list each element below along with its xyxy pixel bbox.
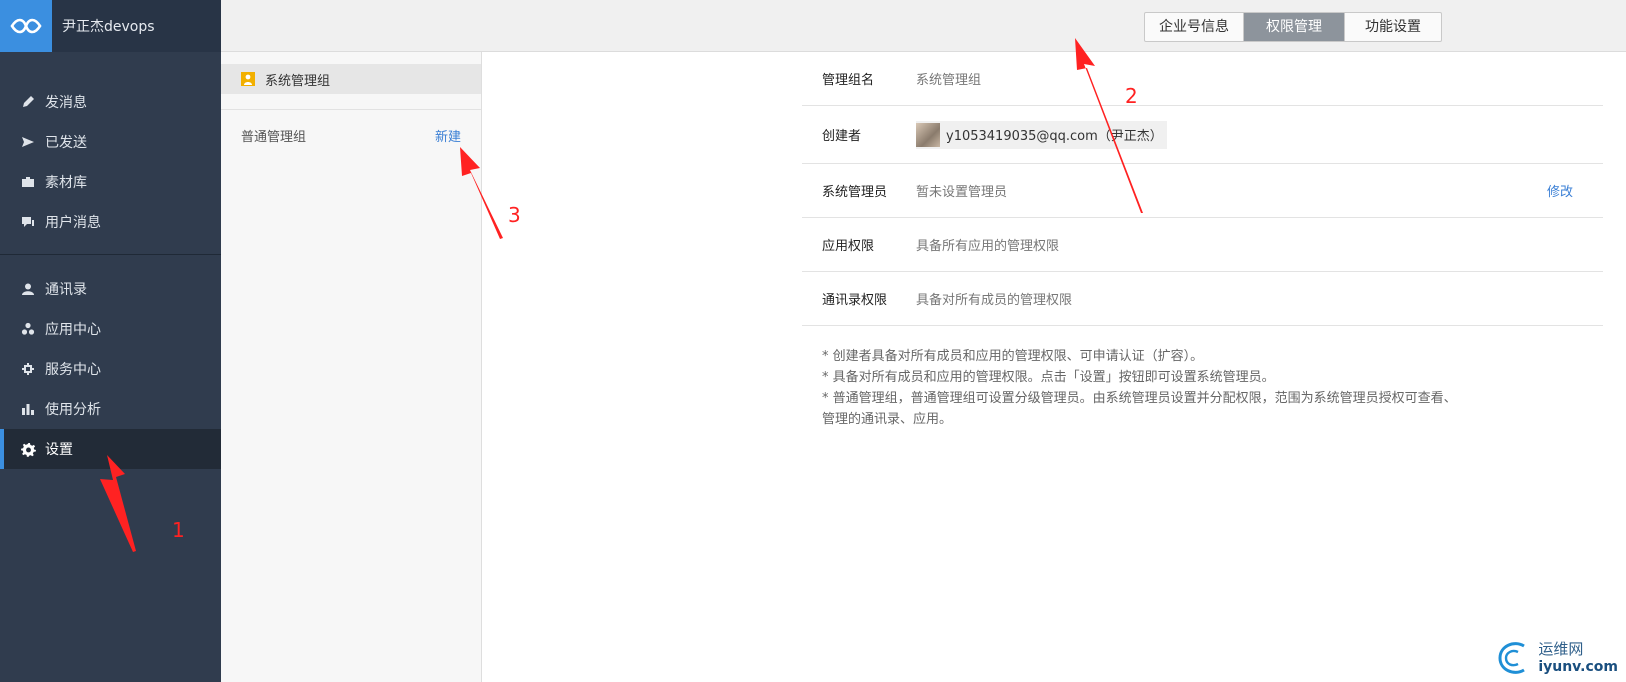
annotation-number-2: 2 bbox=[1125, 84, 1138, 108]
nav-item-label: 通讯录 bbox=[45, 282, 87, 298]
top-bar: 企业号信息 权限管理 功能设置 bbox=[221, 0, 1626, 52]
chat-icon bbox=[20, 214, 36, 230]
nav-item-sent[interactable]: 已发送 bbox=[0, 122, 221, 162]
detail-key: 应用权限 bbox=[822, 239, 875, 254]
detail-key: 通讯录权限 bbox=[822, 293, 888, 308]
settings-tabs: 企业号信息 权限管理 功能设置 bbox=[1144, 12, 1442, 42]
nav-item-contacts[interactable]: 通讯录 bbox=[0, 269, 221, 309]
nav-item-label: 使用分析 bbox=[45, 402, 101, 418]
permission-notes: * 创建者具备对所有成员和应用的管理权限、可申请认证（扩容）。 * 具备对所有成… bbox=[802, 326, 1462, 430]
nav-item-label: 发消息 bbox=[45, 95, 87, 111]
send-icon bbox=[20, 134, 36, 150]
nav-item-service-center[interactable]: 服务中心 bbox=[0, 349, 221, 389]
note-line: * 普通管理组，普通管理组可设置分级管理员。由系统管理员设置并分配权限，范围为系… bbox=[822, 391, 1457, 427]
brand-header: 尹正杰devops bbox=[0, 0, 221, 52]
company-name: 尹正杰devops bbox=[62, 19, 155, 35]
detail-row-creator: 创建者 y1053419035@qq.com（尹正杰） bbox=[802, 106, 1603, 164]
pencil-icon bbox=[20, 94, 36, 110]
detail-row-app-permission: 应用权限 具备所有应用的管理权限 bbox=[802, 218, 1603, 272]
group-section-normal-admin: 普通管理组 新建 bbox=[221, 110, 481, 145]
nav-item-label: 服务中心 bbox=[45, 362, 101, 378]
annotation-number-3: 3 bbox=[508, 203, 521, 227]
nav-item-label: 用户消息 bbox=[45, 215, 101, 231]
nav-item-label: 素材库 bbox=[45, 175, 87, 191]
detail-key: 系统管理员 bbox=[822, 185, 888, 200]
note-line: * 具备对所有成员和应用的管理权限。点击「设置」按钮即可设置系统管理员。 bbox=[822, 370, 1275, 385]
tab-enterprise-info[interactable]: 企业号信息 bbox=[1145, 13, 1244, 41]
creator-value: y1053419035@qq.com（尹正杰） bbox=[946, 129, 1163, 144]
sidebar: 尹正杰devops 发消息 已发送 素材库 用户消息 通讯录 应用中心 服务中心… bbox=[0, 0, 221, 682]
detail-row-contacts-permission: 通讯录权限 具备对所有成员的管理权限 bbox=[802, 272, 1603, 326]
tab-feature-settings[interactable]: 功能设置 bbox=[1345, 13, 1441, 41]
edit-admin-link[interactable]: 修改 bbox=[1547, 181, 1573, 200]
group-detail: 管理组名 系统管理组 创建者 y1053419035@qq.com（尹正杰） 系… bbox=[802, 52, 1603, 430]
nav-item-usage-analysis[interactable]: 使用分析 bbox=[0, 389, 221, 429]
detail-value: 具备对所有成员的管理权限 bbox=[916, 293, 1073, 308]
nav-group-messages: 发消息 已发送 素材库 用户消息 bbox=[0, 52, 221, 242]
group-section-label: 普通管理组 bbox=[241, 130, 307, 145]
watermark-logo-icon bbox=[1498, 642, 1526, 674]
nav-item-user-messages[interactable]: 用户消息 bbox=[0, 202, 221, 242]
nav-item-app-center[interactable]: 应用中心 bbox=[0, 309, 221, 349]
group-item-label: 系统管理组 bbox=[265, 73, 331, 89]
detail-row-system-admin: 系统管理员 暂未设置管理员 修改 bbox=[802, 164, 1603, 218]
creator-chip: y1053419035@qq.com（尹正杰） bbox=[916, 120, 1167, 149]
group-item-system-admin[interactable]: 系统管理组 bbox=[221, 64, 481, 94]
detail-key: 创建者 bbox=[822, 129, 862, 144]
nav-item-label: 应用中心 bbox=[45, 322, 101, 338]
admin-group-list: 系统管理组 普通管理组 新建 bbox=[221, 52, 482, 682]
admin-badge-icon bbox=[241, 72, 255, 86]
detail-row-group-name: 管理组名 系统管理组 bbox=[802, 52, 1603, 106]
apps-icon bbox=[20, 321, 36, 337]
bar-chart-icon bbox=[20, 401, 36, 417]
briefcase-icon bbox=[20, 174, 36, 190]
service-icon bbox=[20, 361, 36, 377]
watermark-cn: 运维网 bbox=[1538, 640, 1584, 658]
new-group-link[interactable]: 新建 bbox=[435, 126, 461, 145]
gear-icon bbox=[20, 441, 36, 457]
detail-value: 具备所有应用的管理权限 bbox=[916, 239, 1060, 254]
nav-item-material-library[interactable]: 素材库 bbox=[0, 162, 221, 202]
nav-item-settings[interactable]: 设置 bbox=[0, 429, 221, 469]
nav-item-send-message[interactable]: 发消息 bbox=[0, 82, 221, 122]
wework-logo-icon[interactable] bbox=[0, 0, 52, 52]
nav-item-label: 设置 bbox=[45, 442, 73, 458]
avatar bbox=[916, 122, 940, 147]
note-line: * 创建者具备对所有成员和应用的管理权限、可申请认证（扩容）。 bbox=[822, 349, 1204, 364]
nav-item-label: 已发送 bbox=[45, 135, 87, 151]
watermark-en: iyunv.com bbox=[1538, 659, 1618, 675]
detail-value: 暂未设置管理员 bbox=[916, 185, 1008, 200]
detail-key: 管理组名 bbox=[822, 73, 875, 88]
watermark: 运维网 iyunv.com bbox=[1494, 638, 1618, 678]
nav-group-management: 通讯录 应用中心 服务中心 使用分析 设置 bbox=[0, 254, 221, 469]
tab-permission-management[interactable]: 权限管理 bbox=[1244, 13, 1345, 41]
detail-value: 系统管理组 bbox=[916, 73, 982, 88]
annotation-number-1: 1 bbox=[172, 518, 185, 542]
user-icon bbox=[20, 281, 36, 297]
